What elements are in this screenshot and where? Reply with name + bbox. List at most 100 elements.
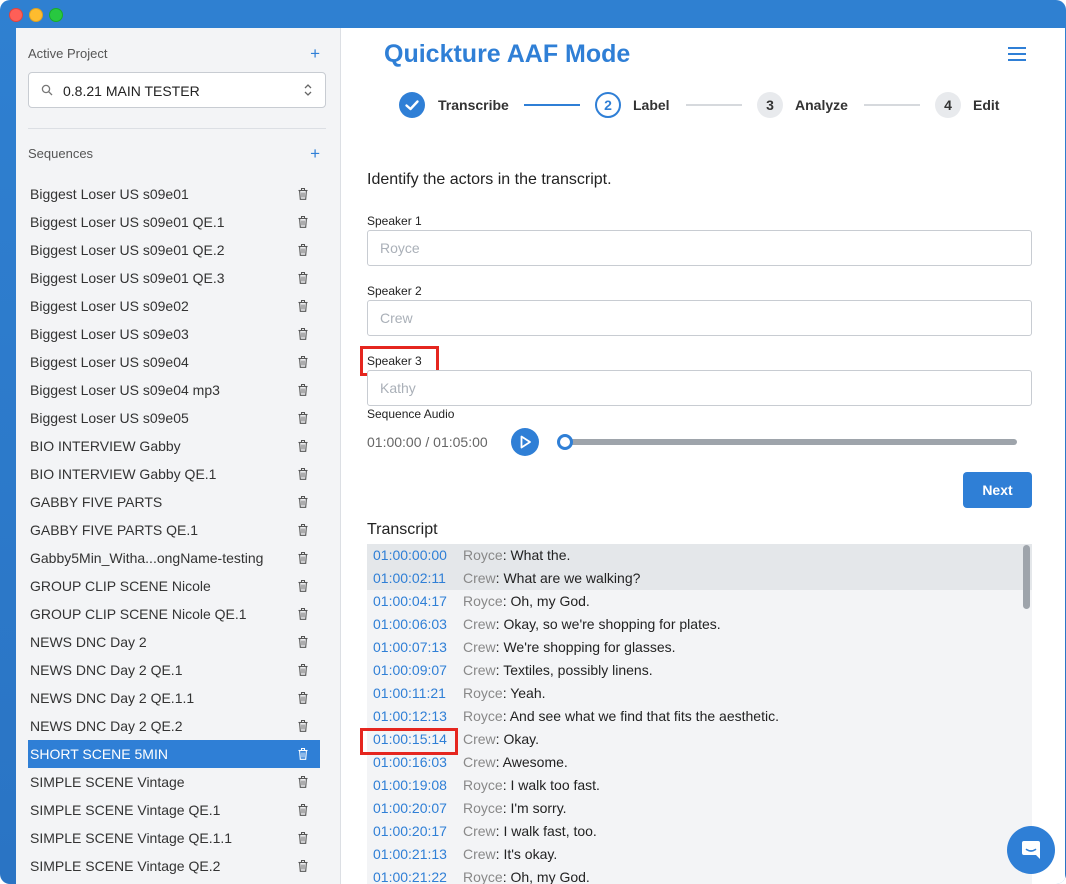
trash-icon[interactable] bbox=[298, 776, 308, 788]
speaker-1-label: Speaker 1 bbox=[367, 214, 422, 228]
transcript-timecode-link[interactable]: 01:00:19:08 bbox=[373, 774, 447, 797]
sequence-item[interactable]: GABBY FIVE PARTS bbox=[28, 488, 320, 516]
transcript-line: Crew: Okay, so we're shopping for plates… bbox=[463, 613, 721, 636]
audio-slider-track[interactable] bbox=[565, 439, 1017, 445]
sequence-item-label: BIO INTERVIEW Gabby bbox=[30, 438, 181, 454]
transcript-row: 01:00:09:07 Crew: Textiles, possibly line… bbox=[367, 659, 1032, 682]
sequence-item[interactable]: BIO INTERVIEW Gabby QE.1 bbox=[28, 460, 320, 488]
trash-icon[interactable] bbox=[298, 860, 308, 872]
sequence-item[interactable]: Biggest Loser US s09e04 mp3 bbox=[28, 376, 320, 404]
sequence-item-label: Biggest Loser US s09e04 mp3 bbox=[30, 382, 220, 398]
trash-icon[interactable] bbox=[298, 748, 308, 760]
transcript-scrollbar[interactable] bbox=[1023, 545, 1030, 609]
sequence-item[interactable]: Biggest Loser US s09e05 bbox=[28, 404, 320, 432]
project-select[interactable]: 0.8.21 MAIN TESTER bbox=[28, 72, 326, 108]
speaker-2-input[interactable] bbox=[367, 300, 1032, 336]
add-sequence-plus-icon[interactable]: + bbox=[310, 145, 320, 162]
transcript-timecode-link[interactable]: 01:00:21:22 bbox=[373, 866, 447, 884]
sequence-item[interactable]: SIMPLE SCENE Vintage QE.1.1 bbox=[28, 824, 320, 852]
zoom-window-button[interactable] bbox=[49, 8, 63, 22]
sequence-item[interactable]: Biggest Loser US s09e01 QE.3 bbox=[28, 264, 320, 292]
trash-icon[interactable] bbox=[298, 300, 308, 312]
transcript-timecode-link[interactable]: 01:00:00:00 bbox=[373, 544, 447, 567]
trash-icon[interactable] bbox=[298, 692, 308, 704]
transcript-timecode-link[interactable]: 01:00:11:21 bbox=[373, 682, 446, 705]
sequence-item[interactable]: Biggest Loser US s09e01 bbox=[28, 180, 320, 208]
sequence-item[interactable]: NEWS DNC Day 2 QE.1.1 bbox=[28, 684, 320, 712]
sequence-item-label: GABBY FIVE PARTS bbox=[30, 494, 163, 510]
sequence-item[interactable]: GABBY FIVE PARTS QE.1 bbox=[28, 516, 320, 544]
trash-icon[interactable] bbox=[298, 356, 308, 368]
transcript-text: : I walk too fast. bbox=[502, 777, 600, 793]
trash-icon[interactable] bbox=[298, 636, 308, 648]
sequence-item[interactable]: BIO INTERVIEW Gabby bbox=[28, 432, 320, 460]
transcript-speaker: Royce bbox=[463, 869, 503, 884]
transcript-speaker: Crew bbox=[463, 823, 496, 839]
sequence-item-label: NEWS DNC Day 2 bbox=[30, 634, 147, 650]
transcript-line: Crew: We're shopping for glasses. bbox=[463, 636, 676, 659]
sequence-item[interactable]: Gabby5Min_Witha...ongName-testing bbox=[28, 544, 320, 572]
hamburger-icon[interactable] bbox=[1008, 47, 1026, 61]
trash-icon[interactable] bbox=[298, 608, 308, 620]
audio-slider-handle[interactable] bbox=[557, 434, 573, 450]
sequence-item-label: SIMPLE SCENE Vintage QE.1.1 bbox=[30, 830, 233, 846]
transcript-timecode-link[interactable]: 01:00:09:07 bbox=[373, 659, 447, 682]
sequence-item[interactable]: SIMPLE SCENE Vintage QE.1 bbox=[28, 796, 320, 824]
sequence-item[interactable]: NEWS DNC Day 2 QE.1 bbox=[28, 656, 320, 684]
transcript-row: 01:00:15:14 Crew: Okay. bbox=[367, 728, 1032, 751]
trash-icon[interactable] bbox=[298, 832, 308, 844]
next-button[interactable]: Next bbox=[963, 472, 1032, 508]
sequence-item[interactable]: GROUP CLIP SCENE Nicole QE.1 bbox=[28, 600, 320, 628]
sequence-item[interactable]: SHORT SCENE 5MIN bbox=[28, 740, 320, 768]
sequence-item-label: SIMPLE SCENE Vintage QE.2 bbox=[30, 858, 221, 874]
close-window-button[interactable] bbox=[9, 8, 23, 22]
speaker-3-input[interactable] bbox=[367, 370, 1032, 406]
minimize-window-button[interactable] bbox=[29, 8, 43, 22]
sequence-item[interactable]: SIMPLE SCENE Vintage bbox=[28, 768, 320, 796]
trash-icon[interactable] bbox=[298, 468, 308, 480]
trash-icon[interactable] bbox=[298, 804, 308, 816]
transcript-timecode-link[interactable]: 01:00:20:17 bbox=[373, 820, 447, 843]
trash-icon[interactable] bbox=[298, 244, 308, 256]
sequence-item-label: Biggest Loser US s09e01 bbox=[30, 186, 189, 202]
transcript-timecode-link[interactable]: 01:00:20:07 bbox=[373, 797, 447, 820]
transcript-row: 01:00:04:17 Royce: Oh, my God. bbox=[367, 590, 1032, 613]
sequence-list: Biggest Loser US s09e01 Biggest Loser US … bbox=[28, 180, 320, 880]
sequence-item[interactable]: NEWS DNC Day 2 bbox=[28, 628, 320, 656]
transcript-timecode-link[interactable]: 01:00:07:13 bbox=[373, 636, 447, 659]
trash-icon[interactable] bbox=[298, 272, 308, 284]
trash-icon[interactable] bbox=[298, 384, 308, 396]
transcript-timecode-link[interactable]: 01:00:04:17 bbox=[373, 590, 447, 613]
trash-icon[interactable] bbox=[298, 552, 308, 564]
sequence-item[interactable]: NEWS DNC Day 2 QE.2 bbox=[28, 712, 320, 740]
trash-icon[interactable] bbox=[298, 412, 308, 424]
transcript-timecode-link[interactable]: 01:00:02:11 bbox=[373, 567, 446, 590]
sequence-item[interactable]: Biggest Loser US s09e02 bbox=[28, 292, 320, 320]
sequence-item[interactable]: Biggest Loser US s09e03 bbox=[28, 320, 320, 348]
transcript-text: : What the. bbox=[502, 547, 571, 563]
trash-icon[interactable] bbox=[298, 216, 308, 228]
sequence-item[interactable]: Biggest Loser US s09e01 QE.2 bbox=[28, 236, 320, 264]
trash-icon[interactable] bbox=[298, 328, 308, 340]
trash-icon[interactable] bbox=[298, 720, 308, 732]
trash-icon[interactable] bbox=[298, 580, 308, 592]
transcript-row: 01:00:21:22 Royce: Oh, my God. bbox=[367, 866, 1032, 884]
app-window: Active Project + 0.8.21 MAIN TESTER Sequ… bbox=[0, 0, 1066, 884]
sequence-item[interactable]: Biggest Loser US s09e04 bbox=[28, 348, 320, 376]
transcript-timecode-link[interactable]: 01:00:06:03 bbox=[373, 613, 447, 636]
add-project-plus-icon[interactable]: + bbox=[310, 45, 320, 62]
trash-icon[interactable] bbox=[298, 188, 308, 200]
audio-time-display: 01:00:00 / 01:05:00 bbox=[367, 434, 488, 450]
trash-icon[interactable] bbox=[298, 440, 308, 452]
sequence-item[interactable]: GROUP CLIP SCENE Nicole bbox=[28, 572, 320, 600]
play-button[interactable] bbox=[511, 428, 539, 456]
trash-icon[interactable] bbox=[298, 496, 308, 508]
sequence-item[interactable]: SIMPLE SCENE Vintage QE.2 bbox=[28, 852, 320, 880]
chat-button[interactable] bbox=[1007, 826, 1055, 874]
sequence-item[interactable]: Biggest Loser US s09e01 QE.1 bbox=[28, 208, 320, 236]
transcript-timecode-link[interactable]: 01:00:21:13 bbox=[373, 843, 447, 866]
speaker-1-input[interactable] bbox=[367, 230, 1032, 266]
transcript-timecode-link[interactable]: 01:00:12:13 bbox=[373, 705, 447, 728]
trash-icon[interactable] bbox=[298, 664, 308, 676]
trash-icon[interactable] bbox=[298, 524, 308, 536]
